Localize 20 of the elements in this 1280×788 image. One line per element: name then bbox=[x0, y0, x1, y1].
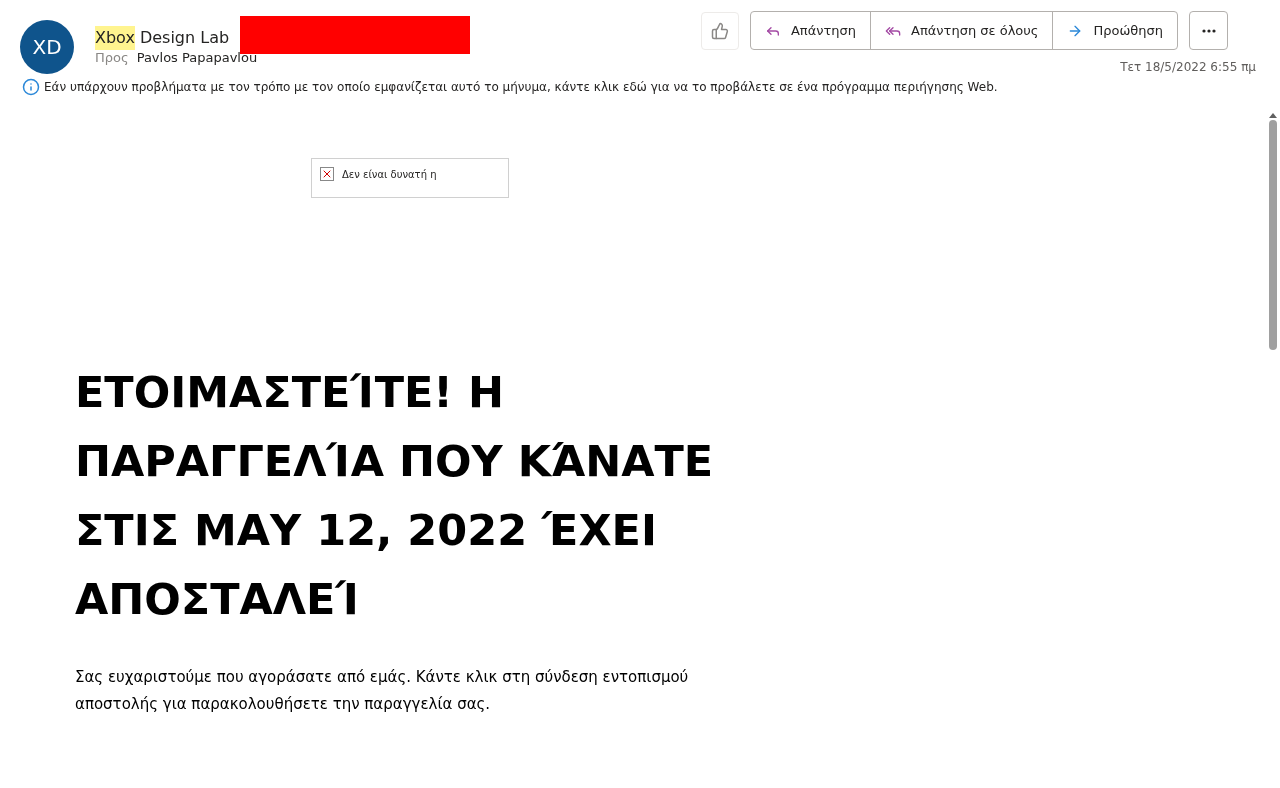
sender-name: Xbox bbox=[95, 26, 135, 50]
scroll-up-icon bbox=[1269, 113, 1277, 118]
action-button[interactable]: Προώθηση bbox=[1052, 12, 1177, 49]
email-heading: ΕΤΟΙΜΑΣΤΕΊΤΕ! Η ΠΑΡΑΓΓΕΛΊΑ ΠΟΥ ΚΆΝΑΤΕ ΣΤΙΣ ΜΑΥ 12, 2022 ΈΧΕΙ ΑΠΟΣΤΑΛΕΊ bbox=[75, 366, 715, 626]
action-button[interactable]: Απάντηση bbox=[750, 12, 871, 49]
recipient-name: Pavlos Papapavlou bbox=[136, 49, 258, 67]
action-button[interactable]: Απάντηση σε όλους bbox=[870, 12, 1053, 49]
more-icon bbox=[1201, 28, 1216, 33]
broken-image-text: Δεν είναι δυνατή η bbox=[342, 168, 437, 182]
broken-image-icon bbox=[320, 167, 334, 181]
thumbs-up-icon bbox=[710, 21, 729, 40]
email-paragraph: Σας ευχαριστούμε που αγοράσατε από εμάς. Κάντε κλικ στη σύνδεση εντοπισμού αποστολής για παρακολουθήσετε την παραγγελία σας. bbox=[75, 667, 690, 715]
like-button[interactable] bbox=[700, 11, 739, 50]
message-date: Τετ 18/5/2022 6:55 πμ bbox=[1120, 59, 1256, 76]
more-button[interactable] bbox=[1189, 11, 1228, 50]
sender-name: Design Lab bbox=[139, 27, 230, 49]
avatar: XD bbox=[20, 20, 74, 74]
info-icon bbox=[22, 78, 40, 96]
info-message[interactable]: Εάν υπάρχουν προβλήματα με τον τρόπο με τον οποίο εμφανίζεται αυτό το μήνυμα, κάντε κλικ εδώ για να το προβάλετε σε ένα πρόγραμμα περιήγησης Web. bbox=[44, 78, 998, 96]
to-label: Προς bbox=[95, 49, 129, 67]
